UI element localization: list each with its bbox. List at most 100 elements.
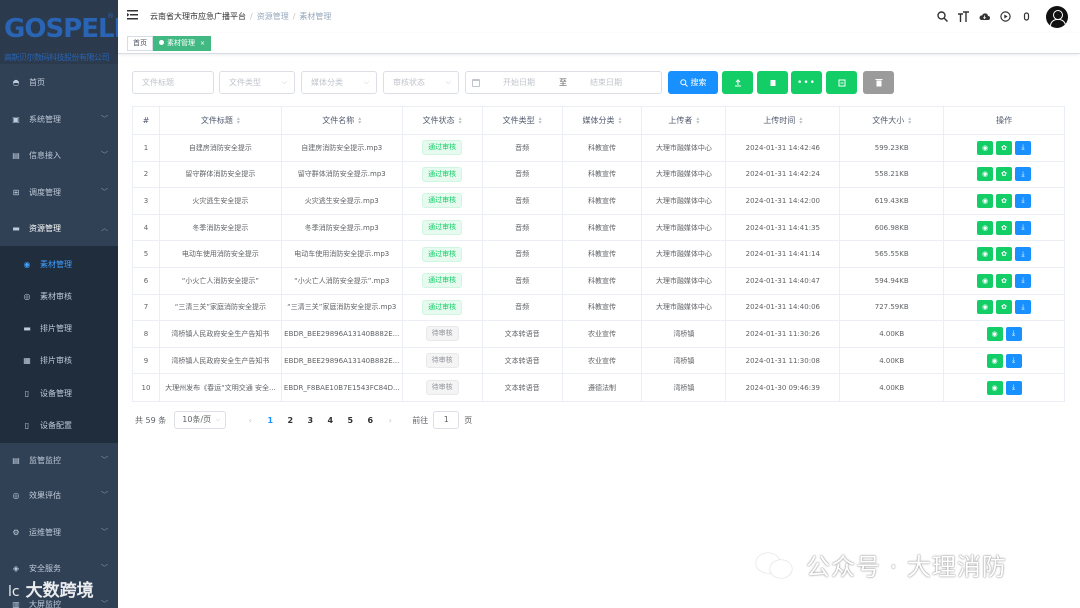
audit-select[interactable]: 审核状态 ⌵: [383, 71, 459, 94]
download-button[interactable]: ⤓: [1015, 220, 1032, 235]
ops-icon: ⚙: [12, 527, 20, 537]
sidebar-item-2[interactable]: ▣ 系统管理 ﹀: [0, 101, 118, 137]
edit-button[interactable]: ✿: [996, 167, 1013, 182]
view-button[interactable]: ◉: [977, 193, 994, 208]
table-cell-status: 待审核: [403, 374, 483, 401]
delete-button[interactable]: [863, 71, 894, 94]
view-button[interactable]: ◉: [977, 140, 994, 155]
download-button[interactable]: ⤓: [1015, 273, 1032, 288]
page-number[interactable]: 1: [260, 416, 280, 425]
column-header[interactable]: 上传者 ▴ ▾: [642, 107, 727, 134]
view-button[interactable]: ◉: [986, 353, 1003, 368]
sidebar-item-13[interactable]: ◎ 效果评估 ﹀: [0, 477, 118, 513]
edit-button[interactable]: ✿: [996, 300, 1013, 315]
view-button[interactable]: ◉: [977, 167, 994, 182]
column-header[interactable]: 文件大小 ▴ ▾: [840, 107, 945, 134]
eye-icon: ◉: [991, 356, 998, 365]
download-button[interactable]: ⤓: [1015, 193, 1032, 208]
edit-button[interactable]: ✿: [996, 193, 1013, 208]
sidebar-item-14[interactable]: ⚙ 运维管理 ﹀: [0, 514, 118, 550]
end-date[interactable]: 结束日期: [590, 72, 622, 93]
edit-button[interactable]: ✿: [996, 273, 1013, 288]
font-size-icon[interactable]: [958, 11, 969, 22]
breadcrumb-section[interactable]: 资源管理: [257, 12, 289, 21]
tag-home[interactable]: 首页: [127, 36, 153, 51]
sidebar-item-5[interactable]: ▬ 资源管理 ︿: [0, 210, 118, 246]
table-cell-media: 科教宣传: [563, 294, 643, 321]
view-button[interactable]: ◉: [986, 326, 1003, 341]
chevron-down-icon: ﹀: [101, 151, 108, 159]
prev-page-icon[interactable]: ‹: [240, 416, 260, 425]
sort-icon: ▴ ▾: [538, 114, 542, 126]
table-cell-time: 2024-01-31 14:41:14: [726, 241, 841, 267]
column-header[interactable]: 媒体分类 ▴ ▾: [563, 107, 643, 134]
sidebar-item-12[interactable]: ▤ 监管监控 ﹀: [0, 442, 118, 478]
close-icon[interactable]: ×: [200, 40, 205, 47]
system-icon: ▣: [12, 114, 20, 124]
view-button[interactable]: ◉: [977, 247, 994, 262]
sidebar-item-11[interactable]: ▯ 设备配置: [0, 407, 118, 443]
page-size-select[interactable]: 10条/页 ⌵: [174, 411, 227, 429]
sidebar-item-7[interactable]: ◎ 素材审核: [0, 278, 118, 314]
download-button[interactable]: ⤓: [1005, 380, 1022, 395]
avatar[interactable]: [1046, 5, 1068, 28]
page-number[interactable]: 5: [340, 416, 360, 425]
table-cell-status: 待审核: [403, 347, 483, 374]
next-page-icon[interactable]: ›: [380, 416, 400, 425]
view-button[interactable]: ◉: [977, 273, 994, 288]
cloud-icon[interactable]: [979, 11, 990, 22]
table-cell-uploader: 大理市融媒体中心: [642, 241, 727, 267]
table-cell-type: 音频: [483, 241, 563, 267]
sidebar-item-1[interactable]: ◓ 首页: [0, 64, 118, 100]
edit-button[interactable]: ✿: [996, 140, 1013, 155]
page-number[interactable]: 2: [280, 416, 300, 425]
upload-button[interactable]: [722, 71, 753, 94]
download-button[interactable]: ⤓: [1005, 353, 1022, 368]
gear-icon: ✿: [1001, 276, 1008, 285]
sidebar-item-6[interactable]: ◉ 素材管理: [0, 246, 118, 282]
text-material-button[interactable]: [757, 71, 788, 94]
more-button[interactable]: •••: [791, 71, 822, 94]
title-input[interactable]: 文件标题: [132, 71, 214, 94]
goto-page-input[interactable]: 1: [433, 411, 460, 429]
page-number[interactable]: 3: [300, 416, 320, 425]
hamburger-icon[interactable]: [127, 10, 138, 20]
column-header[interactable]: 文件类型 ▴ ▾: [483, 107, 563, 134]
view-button[interactable]: ◉: [977, 220, 994, 235]
type-select[interactable]: 文件类型 ⌵: [219, 71, 295, 94]
date-range-picker[interactable]: 开始日期 至 结束日期: [465, 71, 662, 94]
start-date[interactable]: 开始日期: [503, 72, 535, 93]
export-button[interactable]: [826, 71, 857, 94]
download-button[interactable]: ⤓: [1005, 326, 1022, 341]
sidebar-item-3[interactable]: ▤ 信息接入 ﹀: [0, 137, 118, 173]
view-button[interactable]: ◉: [977, 300, 994, 315]
play-icon[interactable]: [1000, 11, 1011, 22]
download-button[interactable]: ⤓: [1015, 300, 1032, 315]
download-icon: ⤓: [1021, 276, 1025, 285]
search-form: 文件标题 文件类型 ⌵ 媒体分类 ⌵ 审核状态 ⌵ 开始日期 至 结束日期 搜索 ••…: [118, 71, 1080, 94]
sidebar-item-10[interactable]: ▯ 设备管理: [0, 375, 118, 411]
sidebar-item-8[interactable]: ▬ 排片管理: [0, 310, 118, 346]
edit-button[interactable]: ✿: [996, 220, 1013, 235]
view-button[interactable]: ◉: [986, 380, 1003, 395]
column-header[interactable]: 文件名称 ▴ ▾: [282, 107, 403, 134]
device-icon: ▯: [24, 388, 30, 398]
download-button[interactable]: ⤓: [1015, 247, 1032, 262]
page-number[interactable]: 4: [320, 416, 340, 425]
column-header[interactable]: 文件状态 ▴ ▾: [403, 107, 483, 134]
table-cell-size: 619.43KB: [840, 188, 945, 214]
search-icon[interactable]: [937, 11, 948, 22]
column-header[interactable]: 文件标题 ▴ ▾: [160, 107, 282, 134]
tag-material-management[interactable]: 素材管理 ×: [153, 36, 212, 51]
search-button[interactable]: 搜索: [668, 71, 718, 94]
breadcrumb-root[interactable]: 云南省大理市应急广播平台: [150, 12, 246, 21]
notification-icon[interactable]: [1021, 11, 1032, 22]
download-button[interactable]: ⤓: [1015, 140, 1032, 155]
column-header[interactable]: 上传时间 ▴ ▾: [726, 107, 841, 134]
sidebar-item-9[interactable]: ▦ 排片审核: [0, 342, 118, 378]
edit-button[interactable]: ✿: [996, 247, 1013, 262]
media-select[interactable]: 媒体分类 ⌵: [301, 71, 377, 94]
sidebar-item-4[interactable]: ⊞ 调度管理 ﹀: [0, 174, 118, 210]
page-number[interactable]: 6: [360, 416, 380, 425]
download-button[interactable]: ⤓: [1015, 167, 1032, 182]
